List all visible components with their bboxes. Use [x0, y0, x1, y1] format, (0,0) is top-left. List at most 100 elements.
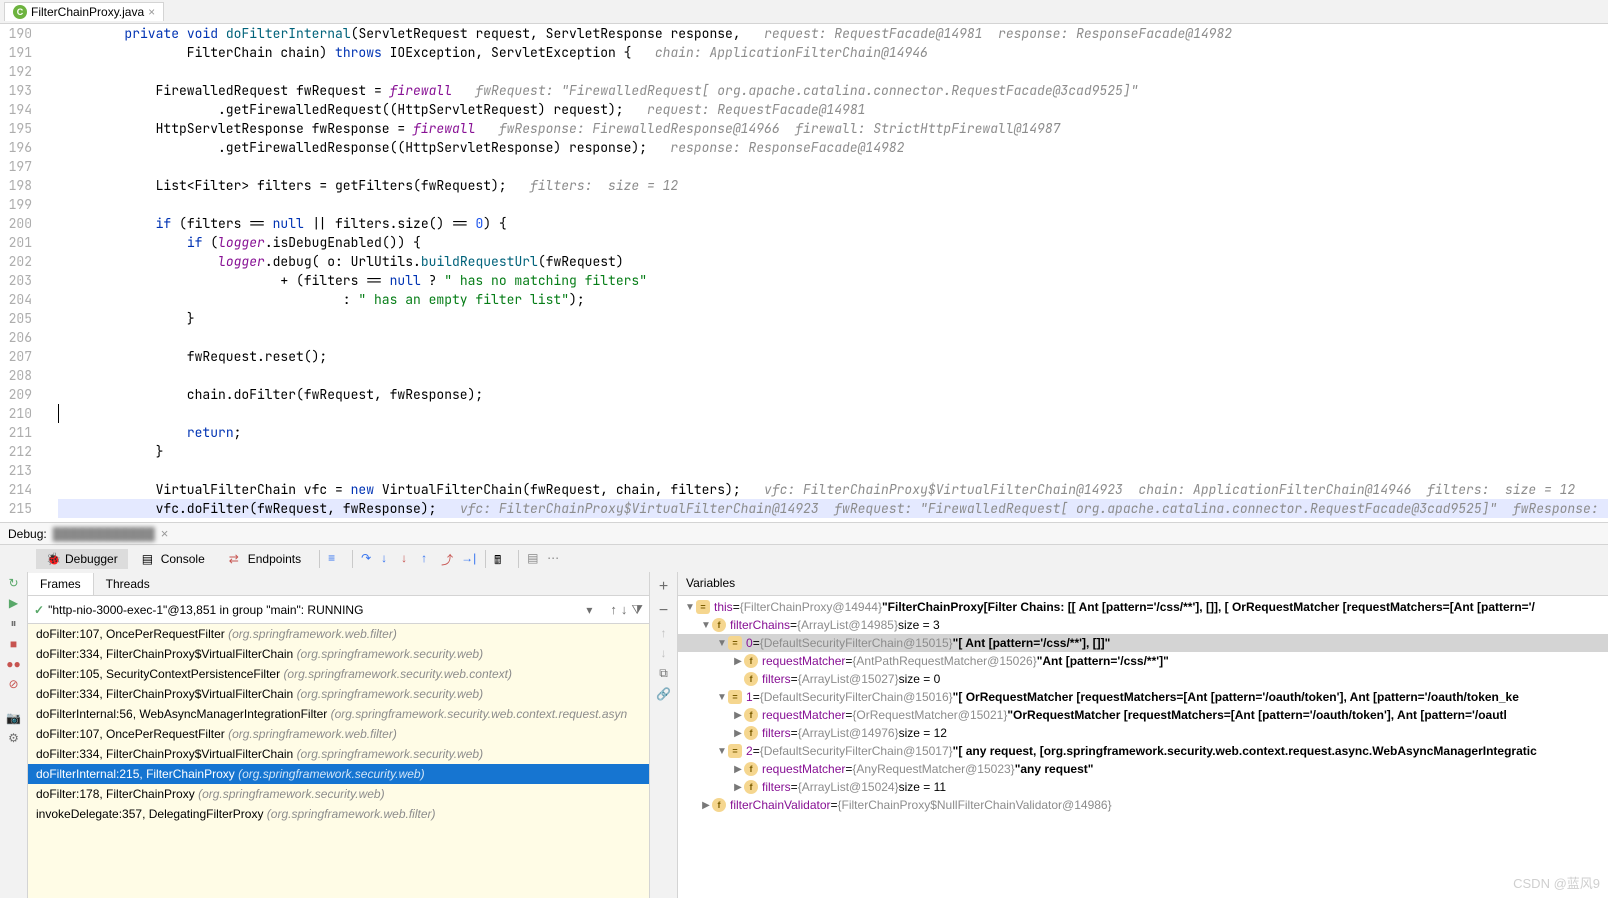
stack-frame[interactable]: doFilter:334, FilterChainProxy$VirtualFi…	[28, 744, 649, 764]
variable-row[interactable]: ▼ffilterChains = {ArrayList@14985} size …	[678, 616, 1608, 634]
run-to-cursor-icon[interactable]: →|	[461, 551, 477, 567]
stack-frame[interactable]: invokeDelegate:357, DelegatingFilterProx…	[28, 804, 649, 824]
var-type-icon: f	[712, 798, 726, 812]
resume-icon[interactable]: ▶	[9, 596, 18, 610]
evaluate-expression-icon[interactable]: 🖩	[494, 551, 510, 567]
stop-icon[interactable]: ■	[10, 637, 17, 651]
variable-row[interactable]: ▼=0 = {DefaultSecurityFilterChain@15015}…	[678, 634, 1608, 652]
new-watch-icon[interactable]: +	[659, 578, 668, 596]
more-icon[interactable]: ⋯	[547, 551, 563, 567]
step-over-icon[interactable]: ↷	[361, 551, 377, 567]
show-execution-point-icon[interactable]: ≡	[328, 551, 344, 567]
tree-twistie-icon[interactable]: ▶	[732, 656, 744, 667]
var-type-icon: f	[744, 762, 758, 776]
thread-selector-row: ✓ "http-nio-3000-exec-1"@13,851 in group…	[28, 596, 649, 624]
tree-twistie-icon[interactable]: ▼	[684, 602, 696, 613]
tree-twistie-icon[interactable]: ▼	[716, 692, 728, 703]
tab-console[interactable]: ▤ Console	[132, 549, 215, 569]
variable-row[interactable]: ▼=this = {FilterChainProxy@14944} "Filte…	[678, 598, 1608, 616]
separator	[485, 550, 486, 568]
watermark: CSDN @蓝风9	[1513, 873, 1600, 892]
thread-dropdown[interactable]: "http-nio-3000-exec-1"@13,851 in group "…	[48, 603, 582, 617]
variable-row[interactable]: ▶ffilters = {ArrayList@14976} size = 12	[678, 724, 1608, 742]
endpoints-icon: ⇄	[229, 552, 243, 566]
stack-frame[interactable]: doFilter:178, FilterChainProxy (org.spri…	[28, 784, 649, 804]
variable-row[interactable]: ▼=2 = {DefaultSecurityFilterChain@15017}…	[678, 742, 1608, 760]
variable-row[interactable]: ▶frequestMatcher = {AnyRequestMatcher@15…	[678, 760, 1608, 778]
check-icon: ✓	[34, 603, 44, 617]
settings-icon[interactable]: ⚙	[8, 731, 19, 745]
debug-panels: ↻ ▶ ⏸ ■ ●● ⊘ 📷 ⚙ Frames Threads ✓ "http-…	[0, 572, 1608, 898]
step-out-icon[interactable]: ↑	[421, 551, 437, 567]
debug-label: Debug:	[8, 527, 47, 541]
debug-toolbar: 🐞 Debugger ▤ Console ⇄ Endpoints ≡ ↷ ↓ ↓…	[0, 544, 1608, 572]
rerun-icon[interactable]: ↻	[8, 576, 18, 590]
stack-frame[interactable]: doFilter:107, OncePerRequestFilter (org.…	[28, 724, 649, 744]
debug-session-header: Debug: ████████████ ×	[0, 522, 1608, 544]
file-tab-label: FilterChainProxy.java	[31, 5, 144, 19]
file-tab[interactable]: C FilterChainProxy.java ×	[4, 2, 164, 21]
tree-twistie-icon[interactable]: ▶	[732, 782, 744, 793]
var-type-icon: =	[696, 600, 710, 614]
variable-row[interactable]: ▼=1 = {DefaultSecurityFilterChain@15016}…	[678, 688, 1608, 706]
camera-icon[interactable]: 📷	[6, 711, 21, 725]
variable-row[interactable]: ▶ffilterChainValidator = {FilterChainPro…	[678, 796, 1608, 814]
mute-breakpoints-icon[interactable]: ⊘	[8, 677, 18, 691]
stack-frame[interactable]: doFilter:334, FilterChainProxy$VirtualFi…	[28, 644, 649, 664]
variables-tree[interactable]: ▼=this = {FilterChainProxy@14944} "Filte…	[678, 596, 1608, 898]
down-icon[interactable]: ↓	[661, 646, 667, 660]
tree-twistie-icon[interactable]: ▶	[732, 728, 744, 739]
step-into-icon[interactable]: ↓	[381, 551, 397, 567]
tree-twistie-icon[interactable]: ▼	[716, 638, 728, 649]
code-area[interactable]: private void doFilterInternal(ServletReq…	[58, 24, 1608, 522]
var-type-icon: =	[728, 636, 742, 650]
copy-icon[interactable]: ⧉	[659, 666, 668, 681]
prev-frame-icon[interactable]: ↑	[610, 602, 617, 617]
frames-panel: Frames Threads ✓ "http-nio-3000-exec-1"@…	[28, 572, 650, 898]
subtab-frames[interactable]: Frames	[28, 573, 94, 595]
remove-watch-icon[interactable]: −	[659, 602, 668, 620]
separator	[319, 550, 320, 568]
tab-endpoints[interactable]: ⇄ Endpoints	[219, 549, 311, 569]
stack-frames-list[interactable]: doFilter:107, OncePerRequestFilter (org.…	[28, 624, 649, 898]
stack-frame[interactable]: doFilter:334, FilterChainProxy$VirtualFi…	[28, 684, 649, 704]
tab-debugger[interactable]: 🐞 Debugger	[36, 549, 128, 569]
tree-twistie-icon[interactable]: ▶	[732, 710, 744, 721]
next-frame-icon[interactable]: ↓	[621, 602, 628, 617]
stack-frame[interactable]: doFilter:105, SecurityContextPersistence…	[28, 664, 649, 684]
variable-row[interactable]: ▶frequestMatcher = {OrRequestMatcher@150…	[678, 706, 1608, 724]
var-type-icon: f	[744, 780, 758, 794]
tree-twistie-icon[interactable]: ▼	[700, 620, 712, 631]
variable-row[interactable]: ▶frequestMatcher = {AntPathRequestMatche…	[678, 652, 1608, 670]
subtab-threads[interactable]: Threads	[94, 573, 162, 595]
chevron-down-icon[interactable]: ▾	[586, 603, 592, 617]
debug-side-toolbar: ↻ ▶ ⏸ ■ ●● ⊘ 📷 ⚙	[0, 572, 28, 898]
close-icon[interactable]: ×	[148, 5, 155, 19]
stack-frame[interactable]: doFilterInternal:215, FilterChainProxy (…	[28, 764, 649, 784]
separator	[518, 550, 519, 568]
variable-row[interactable]: ffilters = {ArrayList@15027} size = 0	[678, 670, 1608, 688]
view-breakpoints-icon[interactable]: ●●	[6, 657, 21, 671]
tab-debugger-label: Debugger	[65, 552, 118, 566]
pause-icon[interactable]: ⏸	[10, 616, 16, 631]
tab-endpoints-label: Endpoints	[248, 552, 301, 566]
tree-twistie-icon[interactable]: ▼	[716, 746, 728, 757]
filter-icon[interactable]: ⧩	[631, 602, 643, 618]
force-step-into-icon[interactable]: ↓	[401, 551, 417, 567]
trace-icon[interactable]: ▤	[527, 551, 543, 567]
editor-tab-bar: C FilterChainProxy.java ×	[0, 0, 1608, 24]
var-type-icon: f	[744, 654, 758, 668]
close-icon[interactable]: ×	[161, 526, 169, 541]
link-icon[interactable]: 🔗	[656, 687, 671, 701]
stack-frame[interactable]: doFilterInternal:56, WebAsyncManagerInte…	[28, 704, 649, 724]
line-number-gutter: 1901911921931941951961971981992002012022…	[0, 24, 40, 522]
variables-header: Variables	[678, 572, 1608, 596]
frames-subtabs: Frames Threads	[28, 572, 649, 596]
up-icon[interactable]: ↑	[661, 626, 667, 640]
tree-twistie-icon[interactable]: ▶	[732, 764, 744, 775]
variable-row[interactable]: ▶ffilters = {ArrayList@15024} size = 11	[678, 778, 1608, 796]
tree-twistie-icon[interactable]: ▶	[700, 800, 712, 811]
code-editor[interactable]: 1901911921931941951961971981992002012022…	[0, 24, 1608, 522]
stack-frame[interactable]: doFilter:107, OncePerRequestFilter (org.…	[28, 624, 649, 644]
drop-frame-icon[interactable]: ⤴	[441, 551, 457, 567]
